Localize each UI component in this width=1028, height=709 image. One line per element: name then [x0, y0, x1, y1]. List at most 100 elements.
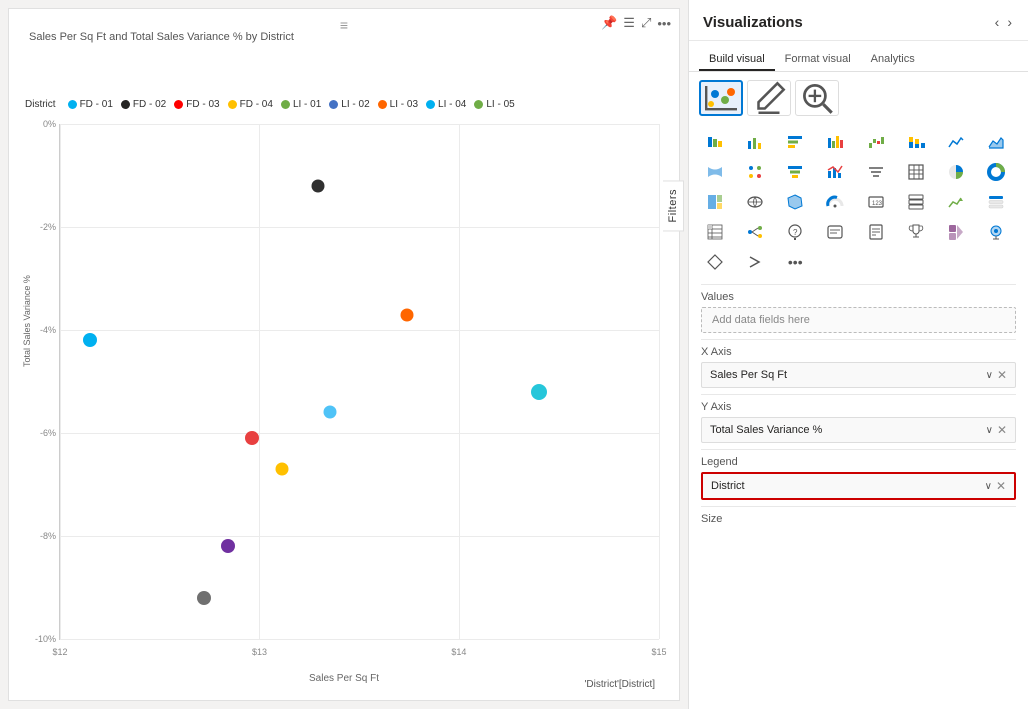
azure-map-icon[interactable]	[980, 218, 1012, 246]
legend-item-fd04: FD - 04	[228, 99, 273, 110]
expand-icon[interactable]: ⤢	[641, 15, 651, 31]
x-tick-0: $12	[52, 647, 67, 657]
data-point-fd01[interactable]	[83, 333, 97, 347]
grid-line-v2	[459, 124, 460, 639]
grid-line-v1	[259, 124, 260, 639]
filters-tab[interactable]: Filters	[663, 180, 684, 231]
tab-format-visual[interactable]: Format visual	[775, 49, 861, 71]
legend-close-icon[interactable]: ✕	[996, 479, 1006, 493]
bar-chart-icon[interactable]	[819, 128, 851, 156]
data-point-li04[interactable]	[197, 591, 211, 605]
x-axis-field-value[interactable]: Sales Per Sq Ft ∨ ✕	[701, 362, 1016, 388]
y-axis-field-value[interactable]: Total Sales Variance % ∨ ✕	[701, 417, 1016, 443]
legend-item-li04: LI - 04	[426, 99, 466, 110]
paginated-report-icon[interactable]	[860, 218, 892, 246]
y-axis-label: Y Axis	[701, 401, 1016, 413]
filled-map-icon[interactable]	[779, 188, 811, 216]
drag-handle[interactable]: ≡	[340, 17, 348, 33]
nav-right-arrow[interactable]: ›	[1005, 12, 1014, 32]
x-tick-2: $14	[451, 647, 466, 657]
legend-dot-li05	[474, 100, 483, 109]
legend-controls: ∨ ✕	[985, 479, 1006, 493]
grid-line-h4	[60, 536, 659, 537]
more-viz-icon[interactable]: •••	[779, 248, 811, 276]
y-axis-chevron-icon[interactable]: ∨	[986, 425, 993, 436]
donut-chart-icon[interactable]	[980, 158, 1012, 186]
legend-field-value[interactable]: District ∨ ✕	[701, 472, 1016, 500]
chart-area: 0% -2% -4% -6% -8% -10% $12 $13 $14 $15	[59, 124, 659, 640]
card-icon[interactable]: 123	[860, 188, 892, 216]
legend-field-text: District	[711, 480, 745, 492]
filter-icon[interactable]: ☰	[623, 15, 635, 31]
smart-narrative-icon[interactable]	[819, 218, 851, 246]
area-chart-icon[interactable]	[980, 128, 1012, 156]
x-axis-section: X Axis Sales Per Sq Ft ∨ ✕	[689, 340, 1028, 394]
grid-line-h3	[60, 433, 659, 434]
x-axis-field-text: Sales Per Sq Ft	[710, 369, 787, 381]
x-axis-close-icon[interactable]: ✕	[997, 368, 1007, 382]
ribbon-chart-icon[interactable]	[699, 158, 731, 186]
matrix-icon[interactable]	[699, 218, 731, 246]
grid-line-h0	[60, 124, 659, 125]
chart-title: Sales Per Sq Ft and Total Sales Variance…	[29, 31, 294, 43]
diamond-icon[interactable]	[699, 248, 731, 276]
viz-nav-arrows: ‹ ›	[993, 12, 1014, 32]
scatter-matrix-icon[interactable]	[739, 158, 771, 186]
x-axis-chevron-icon[interactable]: ∨	[986, 370, 993, 381]
data-point-li01[interactable]	[221, 539, 235, 553]
stacked-column-icon[interactable]	[900, 128, 932, 156]
funnel-chart-icon[interactable]	[779, 158, 811, 186]
multi-row-card-icon[interactable]	[900, 188, 932, 216]
data-point-fd04[interactable]	[275, 463, 288, 476]
pin-icon[interactable]: 📌	[601, 15, 617, 31]
legend-item-fd03: FD - 03	[174, 99, 219, 110]
viz-icons-grid: 123 ?	[689, 120, 1028, 284]
line-chart-icon[interactable]	[940, 128, 972, 156]
tab-analytics[interactable]: Analytics	[861, 49, 925, 71]
data-point-li03[interactable]	[323, 406, 336, 419]
power-apps-icon[interactable]	[940, 218, 972, 246]
forward-icon[interactable]	[739, 248, 771, 276]
treemap-icon[interactable]	[699, 188, 731, 216]
values-label: Values	[701, 291, 1016, 303]
decomp-tree-icon[interactable]	[739, 218, 771, 246]
y-axis-close-icon[interactable]: ✕	[997, 423, 1007, 437]
table-icon[interactable]	[900, 158, 932, 186]
scatter-chart-icon[interactable]	[699, 80, 743, 116]
y-axis-label: Total Sales Variance %	[22, 275, 32, 367]
y-axis-section: Y Axis Total Sales Variance % ∨ ✕	[689, 395, 1028, 449]
legend-dot-fd01	[68, 100, 77, 109]
pie-chart-icon[interactable]	[940, 158, 972, 186]
tab-build-visual[interactable]: Build visual	[699, 49, 775, 71]
data-point-fd02[interactable]	[311, 179, 324, 192]
gauge-icon[interactable]	[819, 188, 851, 216]
waterfall-icon[interactable]	[860, 128, 892, 156]
stacked-bar-icon[interactable]	[699, 128, 731, 156]
combo-chart-icon[interactable]	[819, 158, 851, 186]
column-chart-icon[interactable]	[739, 128, 771, 156]
grouped-bar-icon[interactable]	[779, 128, 811, 156]
values-field-box[interactable]: Add data fields here	[701, 307, 1016, 333]
legend-dot-li03	[378, 100, 387, 109]
trophy-icon[interactable]	[900, 218, 932, 246]
legend-title: District	[25, 99, 56, 110]
map-icon[interactable]	[739, 188, 771, 216]
kpi-icon[interactable]	[940, 188, 972, 216]
pen-icon[interactable]	[747, 80, 791, 116]
legend-chevron-icon[interactable]: ∨	[985, 481, 992, 492]
more-icon[interactable]: •••	[657, 16, 671, 31]
values-section: Values Add data fields here	[689, 285, 1028, 339]
filter-icon-viz[interactable]	[860, 158, 892, 186]
x-axis-controls: ∨ ✕	[986, 368, 1007, 382]
chart-toolbar: 📌 ☰ ⤢ •••	[601, 15, 671, 31]
data-point-li05[interactable]	[531, 384, 547, 400]
legend-section-label: Legend	[701, 456, 1016, 468]
legend-dot-li02	[329, 100, 338, 109]
data-point-li02[interactable]	[401, 308, 414, 321]
data-point-fd03[interactable]	[245, 431, 259, 445]
legend-dot-fd02	[121, 100, 130, 109]
analytics-search-icon[interactable]	[795, 80, 839, 116]
slicer-icon[interactable]	[980, 188, 1012, 216]
nav-left-arrow[interactable]: ‹	[993, 12, 1002, 32]
qa-icon[interactable]: ?	[779, 218, 811, 246]
